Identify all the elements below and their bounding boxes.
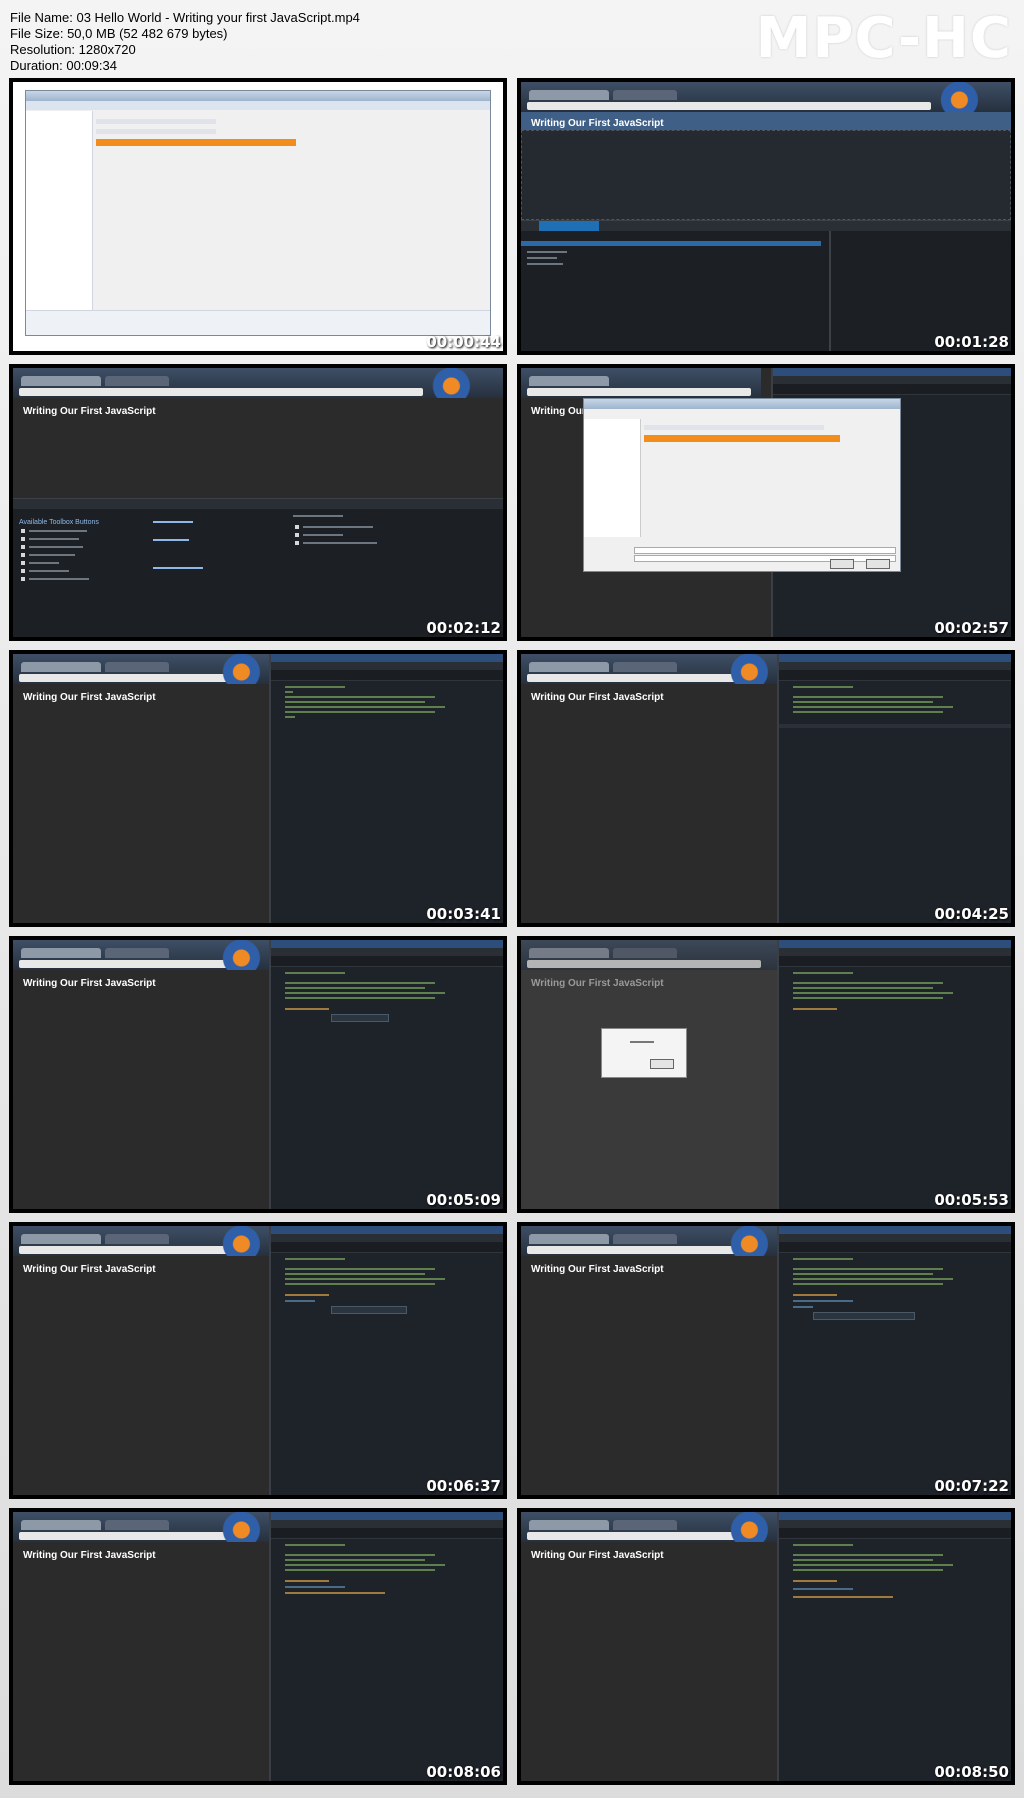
- file-name: File Name: 03 Hello World - Writing your…: [10, 10, 360, 25]
- save-button[interactable]: [830, 559, 854, 569]
- timestamp: 00:03:41: [426, 905, 501, 923]
- thumbnail-6[interactable]: Writing Our First JavaScript 00:04:25: [517, 650, 1015, 927]
- page-heading: Writing Our First JavaScript: [23, 1264, 156, 1275]
- alert-dialog: [601, 1028, 687, 1078]
- thumbnail-5[interactable]: Writing Our First JavaScript 00:03:41: [9, 650, 507, 927]
- timestamp: 00:00:44: [426, 333, 501, 351]
- page-heading: Writing Our First JavaScript: [531, 118, 664, 129]
- timestamp: 00:02:57: [934, 619, 1009, 637]
- selected-folder-row: [96, 139, 296, 146]
- page-heading: Writing Our First JavaScript: [531, 692, 664, 703]
- page-heading: Writing Our First JavaScript: [23, 406, 156, 417]
- page-heading: Writing Our First JavaScript: [23, 978, 156, 989]
- timestamp: 00:07:22: [934, 1477, 1009, 1495]
- thumbnail-7[interactable]: Writing Our First JavaScript 00:05:09: [9, 936, 507, 1213]
- page-heading: Writing Our: [531, 406, 586, 417]
- page-heading: Writing Our First JavaScript: [531, 1550, 664, 1561]
- timestamp: 00:06:37: [426, 1477, 501, 1495]
- mpc-hc-logo: MPC-HC: [755, 6, 1012, 71]
- resolution: Resolution: 1280x720: [10, 42, 136, 57]
- timestamp: 00:05:53: [934, 1191, 1009, 1209]
- firefox-logo-icon: [417, 368, 503, 398]
- toolbox-buttons-heading: Available Toolbox Buttons: [19, 519, 99, 526]
- thumbnail-4[interactable]: Writing Our 00:02:57: [517, 364, 1015, 641]
- selected-folder-row: [644, 435, 840, 442]
- thumbnail-10[interactable]: Writing Our First JavaScript 00:07:22: [517, 1222, 1015, 1499]
- page-heading: Writing Our First JavaScript: [531, 978, 664, 989]
- timestamp: 00:02:12: [426, 619, 501, 637]
- thumbnail-11[interactable]: Writing Our First JavaScript 00:08:06: [9, 1508, 507, 1785]
- thumbnail-1[interactable]: 00:00:44: [9, 78, 507, 355]
- thumbnail-8[interactable]: Writing Our First JavaScript 00:05:53: [517, 936, 1015, 1213]
- page-heading: Writing Our First JavaScript: [23, 1550, 156, 1561]
- thumbnail-3[interactable]: Writing Our First JavaScript Available T…: [9, 364, 507, 641]
- timestamp: 00:01:28: [934, 333, 1009, 351]
- duration: Duration: 00:09:34: [10, 58, 117, 73]
- timestamp: 00:08:06: [426, 1763, 501, 1781]
- file-info: File Name: 03 Hello World - Writing your…: [10, 10, 360, 74]
- thumbnail-2[interactable]: Writing Our First JavaScript 00:01:28: [517, 78, 1015, 355]
- page-heading: Writing Our First JavaScript: [531, 1264, 664, 1275]
- save-as-dialog: [583, 398, 901, 572]
- timestamp: 00:05:09: [426, 1191, 501, 1209]
- thumbnail-12[interactable]: Writing Our First JavaScript 00:08:50: [517, 1508, 1015, 1785]
- timestamp: 00:08:50: [934, 1763, 1009, 1781]
- thumbnail-9[interactable]: Writing Our First JavaScript 00:06:37: [9, 1222, 507, 1499]
- timestamp: 00:04:25: [934, 905, 1009, 923]
- explorer-window: [25, 90, 491, 336]
- firefox-logo-icon: [925, 82, 1011, 112]
- page-heading: Writing Our First JavaScript: [23, 692, 156, 703]
- file-size: File Size: 50,0 MB (52 482 679 bytes): [10, 26, 228, 41]
- alert-ok-button[interactable]: [650, 1059, 674, 1069]
- cancel-button[interactable]: [866, 559, 890, 569]
